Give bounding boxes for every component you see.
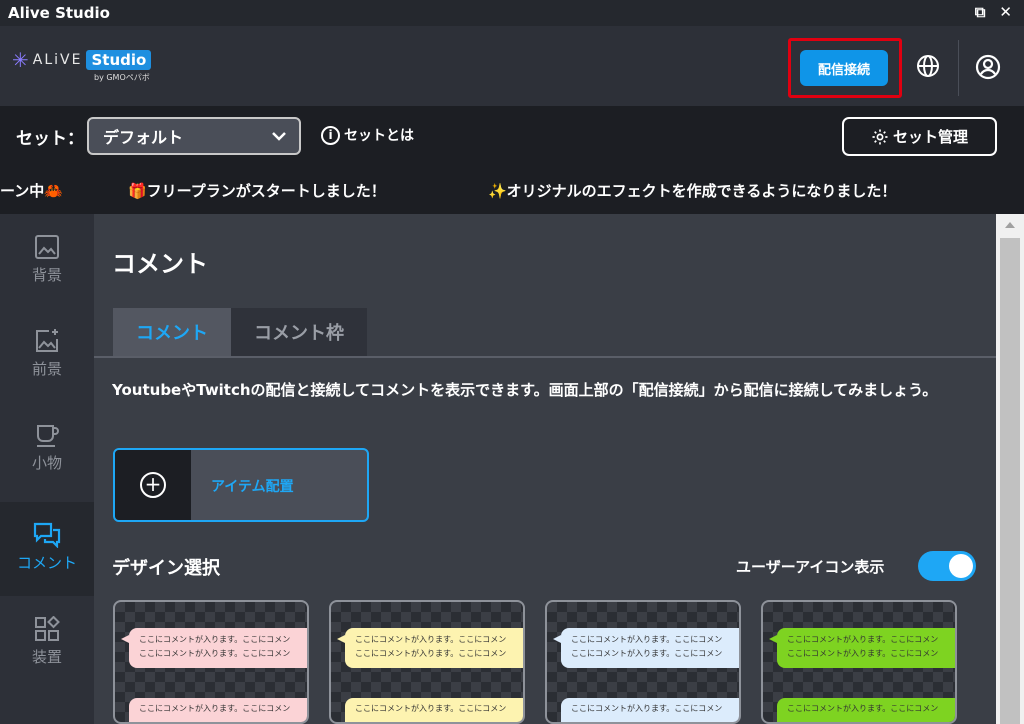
app-logo: ✳ ALiVE Studio by GMOペパボ [12,48,152,82]
sidebar-item-props[interactable]: 小物 [0,402,94,496]
comment-bubble: ここにコメントが入ります。ここにコメン [777,698,955,722]
bubble-text: ここにコメントが入ります。ここにコメン [139,635,291,644]
comment-bubble: ここにコメントが入ります。ここにコメン [561,698,739,722]
image-icon [35,235,59,259]
set-manage-button[interactable]: セット管理 [842,117,997,156]
info-icon: i [321,125,340,145]
restore-icon[interactable]: ⧉ [975,3,986,21]
set-manage-label: セット管理 [892,128,968,146]
sidebar-item-device[interactable]: 装置 [0,596,94,690]
stream-connect-button[interactable]: 配信接続 [800,50,888,86]
logo-star-icon: ✳ [12,48,29,72]
plus-box: + [115,450,191,520]
main-scrollbar[interactable] [996,214,1024,724]
logo-by-text: by GMOペパボ [94,73,150,82]
window-titlebar: Alive Studio ⧉ ✕ [0,0,1024,26]
set-info-link[interactable]: i セットとは [321,125,414,145]
user-icon-toggle-label: ユーザーアイコン表示 [736,558,885,576]
header-divider [958,40,959,96]
ticker-item: ーン中🦀 [0,182,63,200]
bubble-tail [337,635,345,643]
sidebar-item-label: コメント [16,554,77,572]
bubble-text: ここにコメントが入ります。ここにコメン [787,649,939,658]
close-icon[interactable]: ✕ [999,3,1012,21]
set-select[interactable]: デフォルト [87,117,301,155]
design-card-blue[interactable]: ここにコメントが入ります。ここにコメン ここにコメントが入ります。ここにコメン … [545,600,741,724]
design-card-green[interactable]: ここにコメントが入ります。ここにコメン ここにコメントが入ります。ここにコメン … [761,600,957,724]
bubble-text: ここにコメントが入ります。ここにコメン [571,649,723,658]
comment-bubble: ここにコメントが入ります。ここにコメン ここにコメントが入ります。ここにコメン [777,628,955,668]
set-info-label: セットとは [344,128,414,144]
gear-icon [872,129,888,144]
plus-circle-icon: + [140,472,166,498]
set-selected-value: デフォルト [103,128,184,147]
image-plus-icon [36,329,58,352]
item-place-label: アイテム配置 [211,479,294,495]
bubble-text: ここにコメントが入ります。ここにコメン [787,704,939,713]
item-place-button[interactable]: + アイテム配置 [113,448,369,522]
cup-icon [37,425,59,447]
set-bar: セット： デフォルト i セットとは セット管理 [0,106,1024,168]
comment-icon [33,522,61,548]
news-ticker: ーン中🦀 🎁フリープランがスタートしました！ ✨オリジナルのエフェクトを作成でき… [0,168,1024,214]
logo-studio-text: Studio [86,50,152,70]
connect-highlight: 配信接続 [788,38,902,98]
tab-comment[interactable]: コメント [113,308,231,356]
sidebar-item-comment[interactable]: コメント [0,502,94,596]
tab-comment-frame[interactable]: コメント枠 [231,308,367,356]
widgets-icon [35,616,60,641]
user-icon-toggle[interactable] [918,551,976,581]
main-panel: コメント コメント コメント枠 YoutubeやTwitchの配信と接続してコメ… [94,214,996,724]
chevron-down-icon [272,132,286,141]
scroll-up-icon[interactable] [1005,222,1015,228]
user-account-icon[interactable] [975,54,1001,80]
bubble-text: ここにコメントが入ります。ここにコメン [355,649,507,658]
app-header: ✳ ALiVE Studio by GMOペパボ 配信接続 [0,26,1024,106]
toggle-knob [949,554,973,578]
sidebar-item-background[interactable]: 背景 [0,214,94,308]
comment-bubble: ここにコメントが入ります。ここにコメン ここにコメントが入ります。ここにコメン [561,628,739,668]
design-select-title: デザイン選択 [112,558,220,579]
comment-bubble: ここにコメントが入ります。ここにコメン [345,698,523,722]
window-title: Alive Studio [8,4,110,22]
globe-icon[interactable] [916,54,940,78]
set-label: セット： [16,129,84,149]
description-text: YoutubeやTwitchの配信と接続してコメントを表示できます。画面上部の「… [112,381,938,399]
bubble-text: ここにコメントが入ります。ここにコメン [139,649,291,658]
ticker-item: 🎁フリープランがスタートしました！ [128,182,386,200]
sidebar-item-foreground[interactable]: 前景 [0,308,94,402]
design-card-pink[interactable]: ここにコメントが入ります。ここにコメン ここにコメントが入ります。ここにコメン … [113,600,309,724]
bubble-text: ここにコメントが入ります。ここにコメン [139,704,291,713]
bubble-tail [769,635,777,643]
sidebar: 背景 前景 小物 コメント 装置 [0,214,94,724]
logo-alive-text: ALiVE [32,52,83,68]
window-controls: ⧉ ✕ [975,3,1012,21]
bubble-text: ここにコメントが入ります。ここにコメン [787,635,939,644]
sidebar-item-label: 小物 [31,454,62,472]
bubble-tail [553,635,561,643]
sidebar-item-label: 前景 [31,360,62,378]
tab-bar: コメント コメント枠 [94,308,996,358]
comment-bubble: ここにコメントが入ります。ここにコメン ここにコメントが入ります。ここにコメン [345,628,523,668]
comment-bubble: ここにコメントが入ります。ここにコメン [129,698,307,722]
bubble-text: ここにコメントが入ります。ここにコメン [571,635,723,644]
bubble-text: ここにコメントが入ります。ここにコメン [355,704,507,713]
bubble-text: ここにコメントが入ります。ここにコメン [355,635,507,644]
comment-bubble: ここにコメントが入ります。ここにコメン ここにコメントが入ります。ここにコメン [129,628,307,668]
bubble-tail [121,635,129,643]
page-title: コメント [112,250,208,278]
design-card-yellow[interactable]: ここにコメントが入ります。ここにコメン ここにコメントが入ります。ここにコメン … [329,600,525,724]
bubble-text: ここにコメントが入ります。ここにコメン [571,704,723,713]
sidebar-item-label: 背景 [31,266,62,284]
scroll-thumb[interactable] [1000,238,1020,724]
ticker-item: ✨オリジナルのエフェクトを作成できるようになりました！ [488,182,897,200]
sidebar-item-label: 装置 [31,648,62,666]
